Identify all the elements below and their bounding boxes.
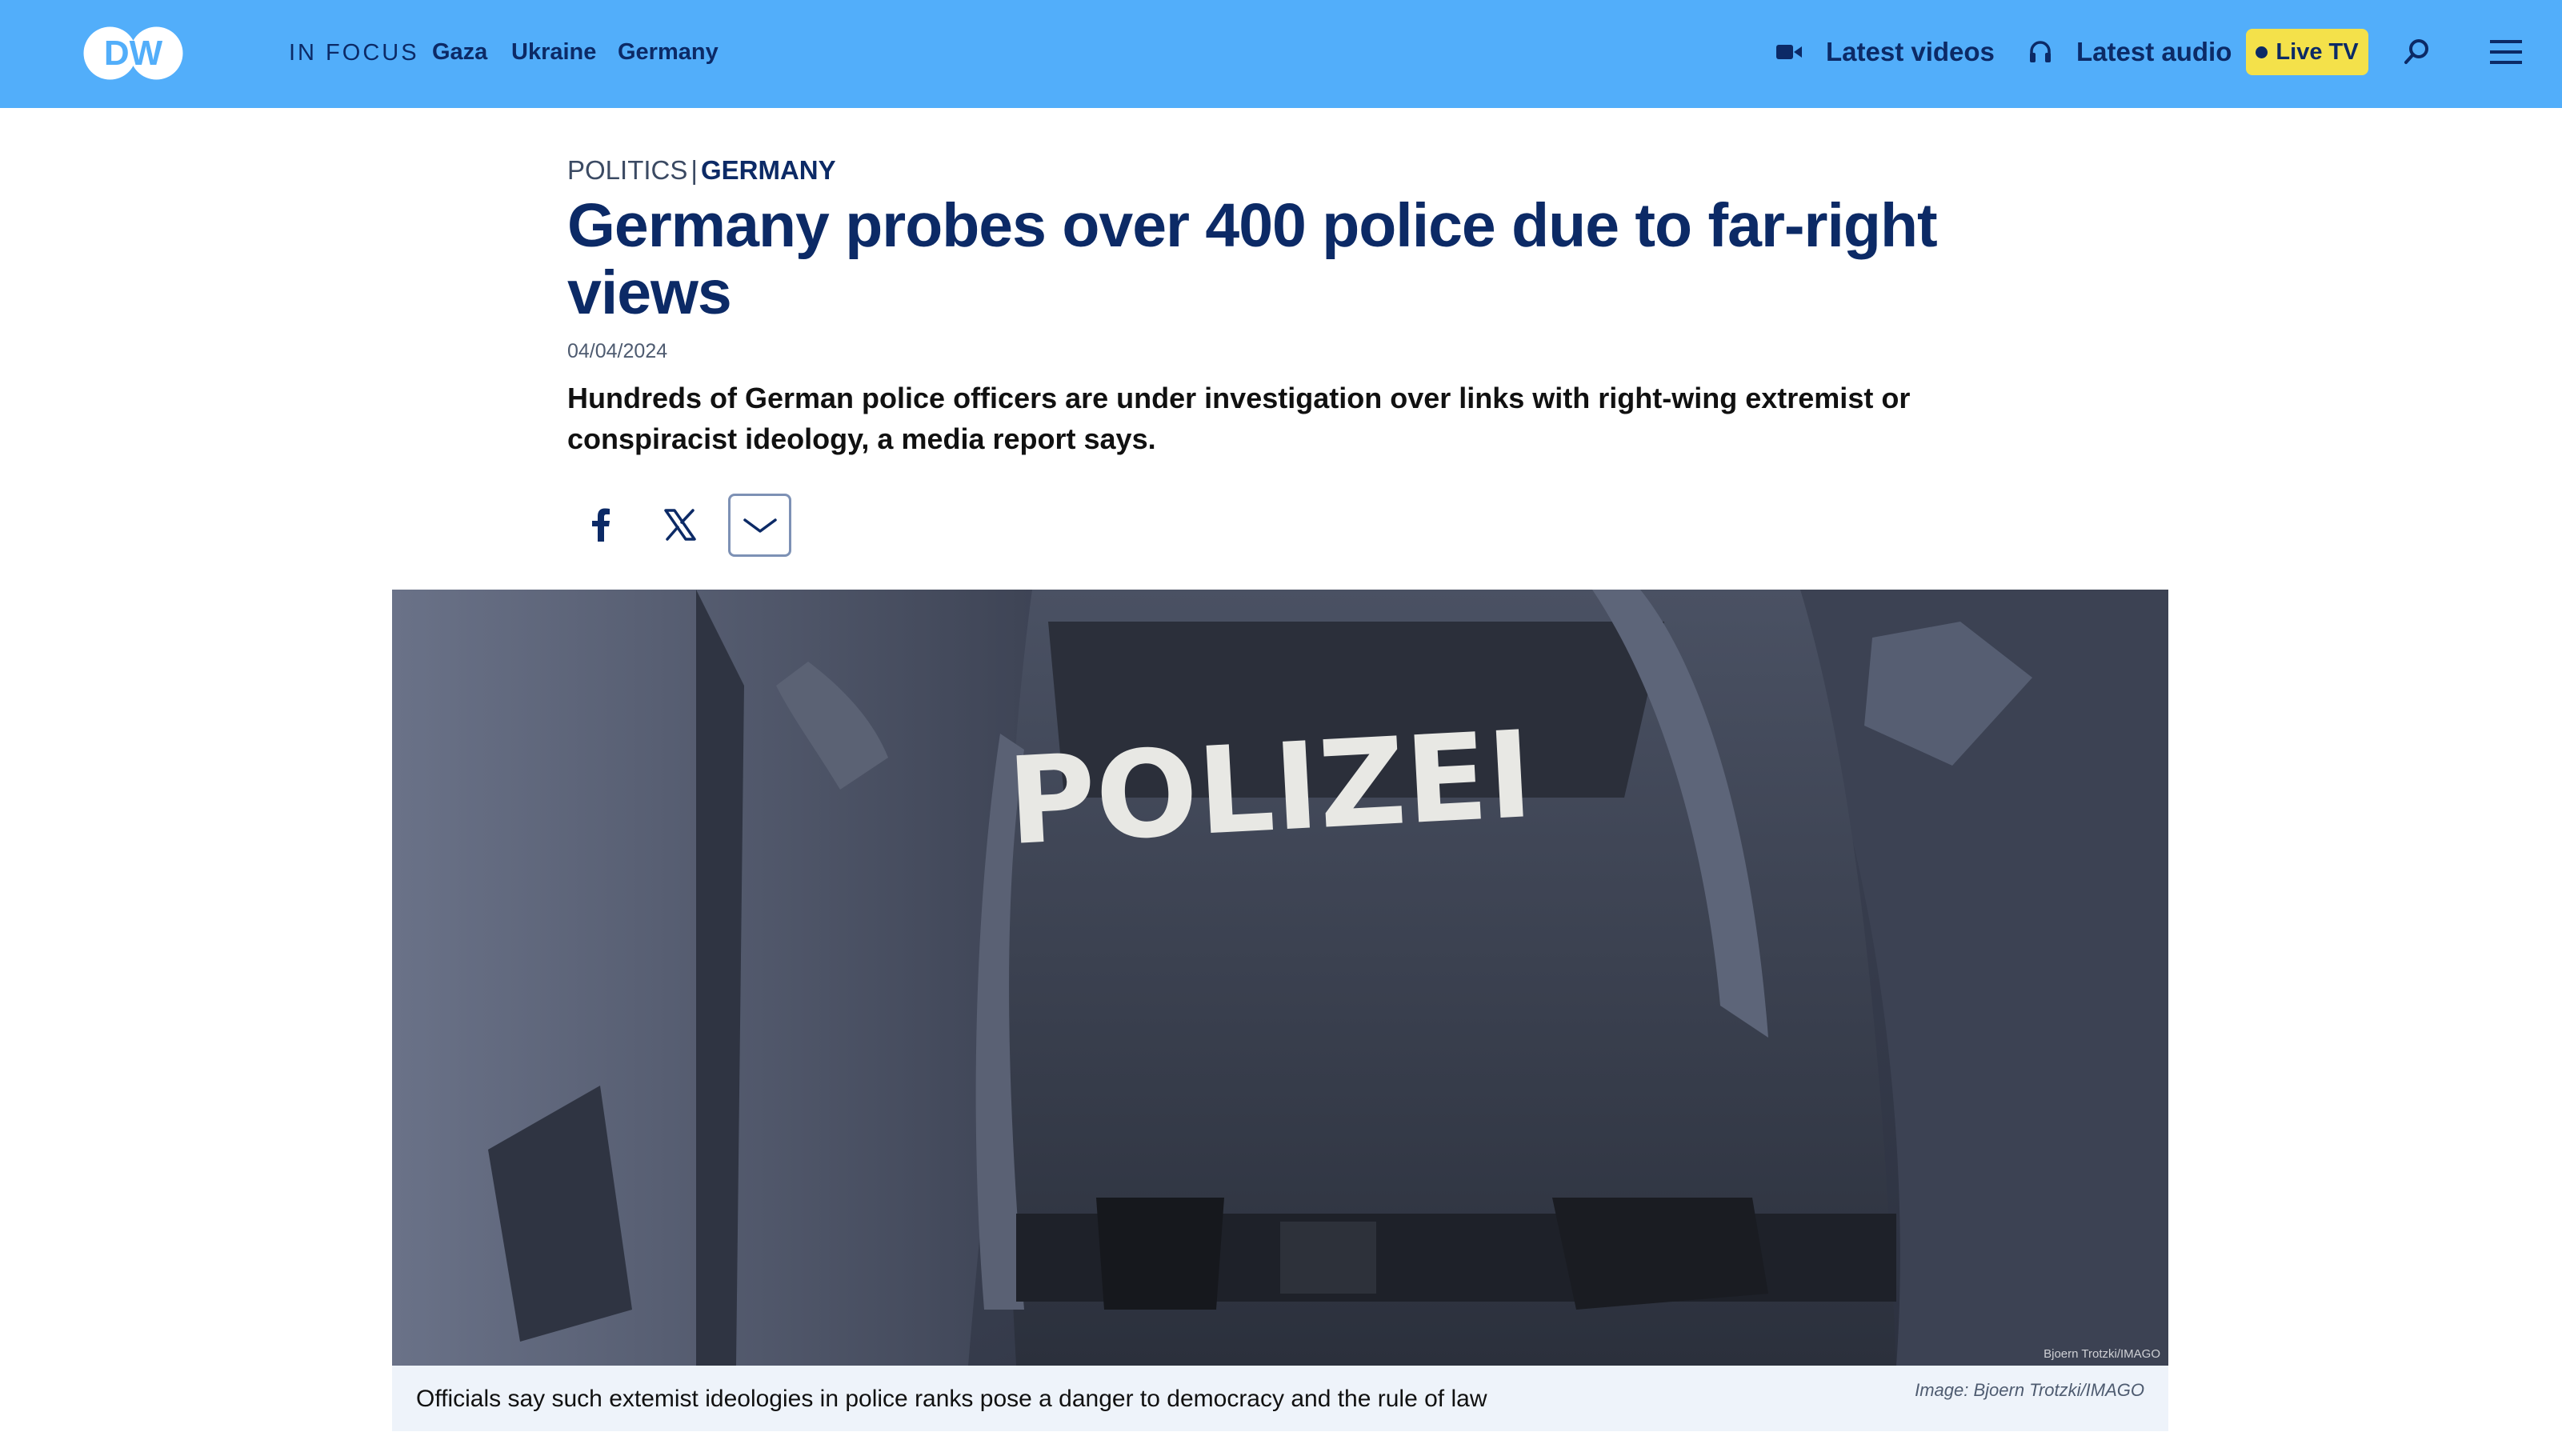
- search-icon: [2404, 39, 2428, 64]
- headphones-icon: [2030, 41, 2051, 62]
- live-tv-label: Live TV: [2276, 38, 2359, 65]
- focus-link-ukraine[interactable]: Ukraine: [511, 37, 596, 67]
- in-focus-label: IN FOCUS: [289, 40, 419, 66]
- latest-audio-link[interactable]: Latest audio: [2028, 34, 2232, 70]
- article-teaser: Hundreds of German police officers are u…: [567, 382, 1911, 455]
- search-button[interactable]: [2399, 35, 2434, 70]
- latest-videos-link[interactable]: Latest videos: [1776, 34, 1995, 70]
- share-facebook-button[interactable]: [570, 494, 631, 556]
- focus-link-germany[interactable]: Germany: [618, 37, 719, 67]
- menu-button[interactable]: [2488, 35, 2524, 70]
- image-credit: Image: Bjoern Trotzki/IMAGO: [1915, 1380, 2144, 1400]
- article-kicker: POLITICS | GERMANY: [567, 154, 836, 186]
- image-caption: Officials say such extemist ideologies i…: [416, 1386, 1487, 1412]
- image-caption-bar: Officials say such extemist ideologies i…: [392, 1366, 2168, 1431]
- video-camera-icon: [1776, 45, 1802, 59]
- facebook-icon: [592, 508, 610, 542]
- live-tv-button[interactable]: Live TV: [2246, 29, 2368, 75]
- site-header: DW IN FOCUS Gaza Ukraine Germany Latest …: [0, 0, 2562, 108]
- article-date: 04/04/2024: [567, 340, 668, 362]
- article-headline: Germany probes over 400 police due to fa…: [567, 191, 1938, 327]
- live-dot-icon: [2256, 46, 2268, 58]
- kicker-section[interactable]: POLITICS: [567, 155, 687, 185]
- share-more-button[interactable]: [728, 494, 791, 557]
- dw-logo[interactable]: DW: [82, 25, 185, 82]
- kicker-separator: |: [691, 155, 698, 185]
- logo-lettering: DW: [104, 34, 163, 73]
- focus-link-gaza[interactable]: Gaza: [432, 37, 487, 67]
- share-x-button[interactable]: [650, 494, 711, 556]
- latest-audio-label: Latest audio: [2076, 37, 2232, 66]
- police-officers-photo: POLIZEI: [392, 590, 2168, 1366]
- photo-watermark: Bjoern Trotzki/IMAGO: [2044, 1347, 2160, 1361]
- polizei-patch-text: POLIZEI: [1004, 706, 1535, 872]
- chevron-down-icon: [743, 518, 777, 533]
- latest-videos-label: Latest videos: [1826, 37, 1995, 66]
- x-icon: [664, 509, 696, 541]
- hamburger-menu-icon: [2490, 40, 2522, 64]
- kicker-category[interactable]: GERMANY: [701, 155, 836, 185]
- hero-image: POLIZEI Bjoern Trotzki/IMAGO: [392, 590, 2168, 1366]
